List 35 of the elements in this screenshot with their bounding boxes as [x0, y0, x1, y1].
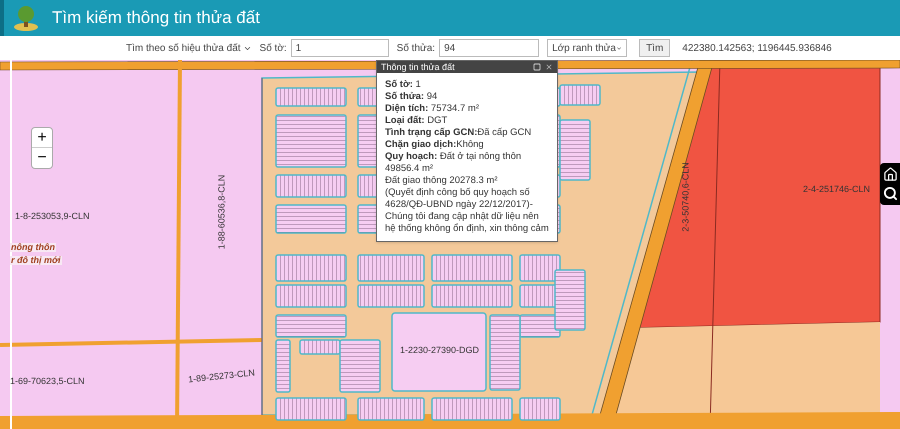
search-icon[interactable] — [882, 186, 898, 201]
parcel-label: 2-3-50740,6-CLN — [682, 162, 690, 232]
parcel-label: 1-89-25273-CLN — [188, 368, 256, 384]
parcel-label: 1-69-70623,5-CLN — [10, 377, 85, 386]
zoom-out-button[interactable]: − — [32, 148, 52, 168]
sheet-label: Số tờ: — [260, 42, 287, 56]
maximize-icon[interactable] — [533, 63, 541, 71]
popup-info-line: Số tờ: 1 — [385, 79, 422, 91]
popup-title: Thông tin thửa đất — [381, 62, 455, 72]
search-mode-dropdown[interactable]: Tìm theo số hiệu thửa đất — [126, 40, 252, 56]
zoom-in-button[interactable]: + — [32, 128, 52, 148]
home-icon[interactable] — [882, 167, 898, 182]
search-button[interactable]: Tìm — [639, 39, 670, 57]
popup-info-line: Chặn giao dịch:Không — [385, 139, 485, 151]
zone-label: nông thôn — [10, 243, 56, 252]
popup-info-line: Diện tích: 75734.7 m² — [385, 103, 480, 115]
parcel-input-field[interactable]: 94 — [439, 39, 540, 57]
popup-info-line: Tình trạng cấp GCN:Đã cấp GCN — [385, 127, 532, 139]
parcel-label: 1-8-253053,9-CLN — [15, 212, 90, 221]
zone-label: r đô thị mới — [10, 256, 62, 265]
layer-dropdown[interactable]: Lớp ranh thửa — [547, 39, 628, 57]
parcel-label: 1-2230-27390-DGD — [400, 346, 480, 355]
popup-info-line: Đất giao thông 20278.3 m² — [385, 175, 498, 187]
popup-info-line: (Quyết định công bố quy hoạch số 4628/QĐ-UBND ngày 22/12/2017)- Chúng tôi đang cập nhật dữ liệu nên hệ thống không ổn định, xin thông cảm — [385, 187, 549, 235]
parcel-label: 2-4-251746-CLN — [803, 185, 870, 194]
parcel-label: 1-88-60536,8-CLN — [218, 174, 226, 250]
popup-info-line: Số thửa: 94 — [385, 91, 438, 103]
parcel-label: Số thửa: — [396, 42, 436, 56]
sheet-input-field[interactable]: 1 — [290, 39, 389, 57]
popup-info-line: Loại đất: DGT — [385, 115, 448, 127]
app-title: Tìm kiếm thông tin thửa đất — [52, 7, 260, 30]
coordinates-text: 422380.142563; 1196445.936846 — [682, 42, 832, 56]
popup-info-line: Quy hoạch: Đất ở tại nông thôn 49856.4 m² — [385, 151, 522, 175]
tree-logo-icon — [12, 4, 40, 32]
close-icon[interactable] — [545, 63, 553, 71]
